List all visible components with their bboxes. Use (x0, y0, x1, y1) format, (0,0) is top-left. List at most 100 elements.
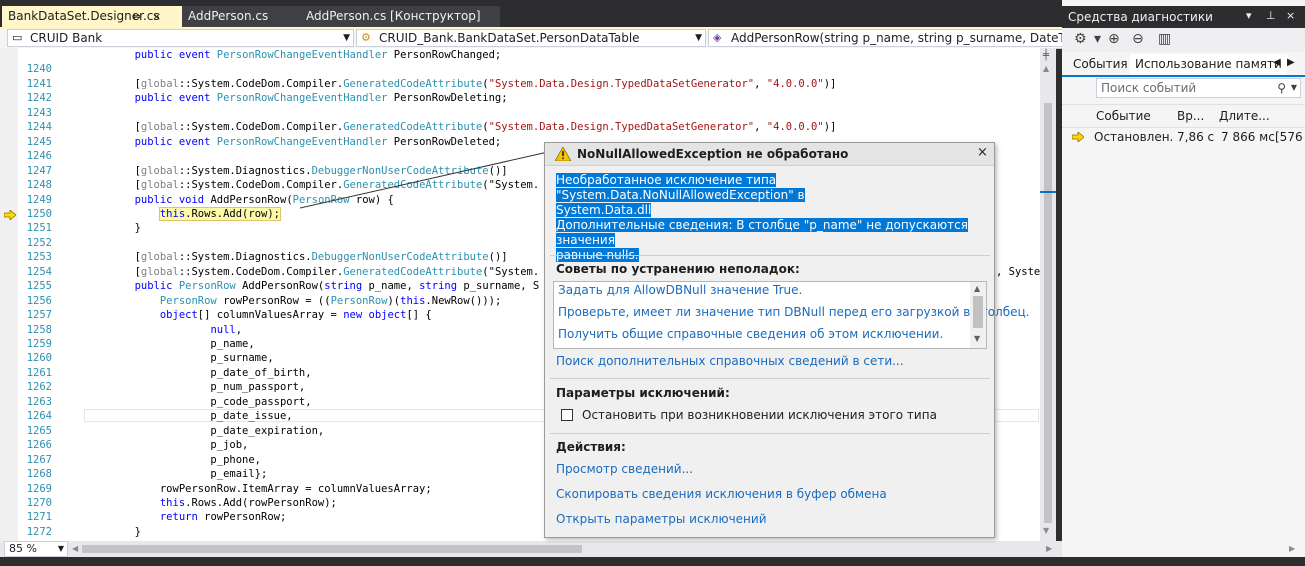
line-number: 1255 (26, 280, 52, 293)
zoom-out-icon[interactable]: ⊖ (1132, 31, 1144, 47)
line-number: 1252 (26, 236, 52, 249)
tip-link-check-dbnull[interactable]: Проверьте, имеет ли значение тип DBNull … (558, 305, 1030, 319)
code-text: object[] columnValuesArray = new object[… (159, 309, 432, 322)
zoom-value: 85 % (9, 542, 37, 555)
line-number: 1254 (26, 265, 52, 278)
code-line[interactable]: 1240 (0, 62, 1040, 76)
code-text: p_surname, (84, 352, 274, 365)
code-text: p_email}; (84, 468, 268, 481)
panel-title-bar: Средства диагностики ▾ ⊥ × (1062, 6, 1305, 28)
view-details-link[interactable]: Просмотр сведений... (556, 462, 693, 476)
code-text: [global::System.CodeDom.Compiler.Generat… (84, 265, 540, 278)
exception-details-line1: Дополнительные сведения: В столбце "p_na… (556, 218, 968, 247)
code-text: p_date_expiration, (84, 424, 325, 437)
line-number: 1246 (26, 150, 52, 163)
column-event[interactable]: Событие (1096, 109, 1151, 123)
scroll-thumb[interactable] (1044, 103, 1052, 523)
scroll-right-icon[interactable]: ▶ (1289, 544, 1295, 553)
code-text: null, (210, 323, 243, 336)
close-icon[interactable]: × (1286, 9, 1295, 22)
exception-message-line2: System.Data.dll (556, 203, 652, 217)
tip-link-general-help[interactable]: Получить общие справочные сведения об эт… (558, 327, 943, 341)
tab-label: AddPerson.cs (188, 9, 269, 23)
exception-message: Необработанное исключение типа "System.D… (556, 173, 976, 218)
table-row[interactable]: Остановлен... 7,86 с 7 866 мс [576 (1062, 128, 1305, 146)
tab-scroll-arrows[interactable]: ◀ ▶ (1273, 57, 1295, 68)
editor-bottom-bar: 85 % ▼ ◀ ▶ (0, 541, 1062, 557)
event-search-input[interactable]: Поиск событий ⚲ ▼ (1096, 78, 1301, 98)
actions-header: Действия: (556, 440, 626, 454)
tip-link-allowdbnull[interactable]: Задать для AllowDBNull значение True. (558, 283, 802, 297)
code-text-tail: , Syste (996, 265, 1040, 278)
scroll-up-icon[interactable]: ▲ (1043, 64, 1049, 73)
method-icon: ◈ (713, 31, 722, 44)
dropdown-icon[interactable]: ▾ (1094, 31, 1101, 47)
exception-helper-popup: NoNullAllowedException не обработано × Н… (544, 142, 1030, 538)
split-icon[interactable]: ╪ (1043, 50, 1049, 61)
column-time[interactable]: Вр... (1177, 109, 1204, 123)
line-number: 1259 (26, 338, 52, 350)
line-number: 1270 (26, 496, 52, 509)
line-number: 1261 (26, 366, 52, 379)
code-line[interactable]: public event PersonRowChangeEventHandler… (0, 48, 1040, 62)
pin-icon[interactable]: ⇔ (132, 6, 141, 27)
code-text: public event PersonRowChangeEventHandler… (134, 92, 508, 105)
pin-icon[interactable]: ⊥ (1266, 9, 1276, 22)
diagnostic-tools-panel: Средства диагностики ▾ ⊥ × ⚙ ▾ ⊕ ⊖ ▥ Соб… (1062, 0, 1305, 557)
zoom-dropdown[interactable]: 85 % ▼ (4, 541, 68, 557)
tips-list[interactable]: Задать для AllowDBNull значение True. Пр… (553, 281, 1030, 349)
close-tab-icon[interactable]: × (152, 6, 161, 27)
tab-events[interactable]: События (1068, 54, 1133, 75)
code-line[interactable]: 1243 (0, 106, 1040, 120)
popup-header: NoNullAllowedException не обработано × (545, 143, 994, 166)
chevron-down-icon: ▼ (57, 544, 64, 553)
scroll-left-icon[interactable]: ◀ (72, 544, 78, 553)
close-icon[interactable]: × (977, 145, 988, 160)
scroll-thumb[interactable] (973, 296, 983, 328)
tab-addperson-designer[interactable]: AddPerson.cs [Конструктор] (300, 6, 500, 27)
code-line[interactable]: 1242 public event PersonRowChangeEventHa… (0, 91, 1040, 105)
chart-icon[interactable]: ▥ (1158, 31, 1171, 47)
code-text: [global::System.CodeDom.Compiler.Generat… (84, 121, 837, 134)
zoom-in-icon[interactable]: ⊕ (1108, 31, 1120, 47)
dropdown-icon[interactable]: ▾ (1246, 9, 1252, 22)
editor-vertical-scrollbar[interactable]: ╪ ▲ ▼ (1040, 48, 1056, 541)
tips-scrollbar[interactable]: ▲ ▼ (970, 282, 986, 348)
horizontal-scroll-thumb[interactable] (82, 545, 582, 553)
code-text: this.Rows.Add(rowPersonRow); (159, 496, 337, 509)
event-name: Остановлен... (1094, 130, 1174, 144)
break-on-exception-checkbox[interactable] (561, 409, 573, 421)
scroll-right-icon[interactable]: ▶ (1046, 544, 1052, 553)
tab-bankdataset-designer[interactable]: BankDataSet.Designer.cs ⇔ × (2, 6, 182, 27)
code-line[interactable]: 1241 [global::System.CodeDom.Compiler.Ge… (0, 77, 1040, 91)
scroll-down-icon[interactable]: ▼ (974, 334, 980, 343)
line-number: 1247 (26, 164, 52, 177)
break-on-exception-label[interactable]: Остановить при возникновении исключения … (582, 408, 937, 422)
member-dropdown-label: AddPersonRow(string p_name, string p_sur… (731, 31, 1062, 45)
warning-icon (555, 147, 571, 161)
line-number: 1251 (26, 222, 52, 235)
class-dropdown[interactable]: ⚙ CRUID_Bank.BankDataSet.PersonDataTable… (356, 29, 706, 47)
tab-addperson-cs[interactable]: AddPerson.cs (182, 6, 300, 27)
project-dropdown-label: CRUID Bank (30, 31, 103, 45)
scroll-up-icon[interactable]: ▲ (974, 284, 980, 293)
project-dropdown[interactable]: ▭ CRUID Bank ▼ (7, 29, 354, 47)
copy-details-link[interactable]: Скопировать сведения исключения в буфер … (556, 487, 887, 501)
tab-memory-usage[interactable]: Использование памяти (1130, 54, 1287, 75)
code-text: p_name, (84, 338, 255, 350)
code-text: } (84, 525, 141, 538)
gear-icon[interactable]: ⚙ (1074, 31, 1087, 47)
scroll-down-icon[interactable]: ▼ (1043, 526, 1049, 535)
code-text: p_num_passport, (84, 381, 306, 394)
line-number: 1245 (26, 135, 52, 148)
column-duration[interactable]: Длите... (1219, 109, 1270, 123)
chevron-down-icon[interactable]: ▼ (1291, 79, 1297, 97)
line-number: 1240 (26, 63, 52, 76)
open-exception-settings-link[interactable]: Открыть параметры исключений (556, 512, 767, 526)
search-icon[interactable]: ⚲ (1277, 79, 1286, 97)
line-number: 1248 (26, 179, 52, 192)
exception-message-line1: Необработанное исключение типа "System.D… (556, 173, 805, 202)
member-dropdown[interactable]: ◈ AddPersonRow(string p_name, string p_s… (708, 29, 1062, 47)
search-online-link[interactable]: Поиск дополнительных справочных сведений… (556, 354, 904, 368)
code-line[interactable]: 1244 [global::System.CodeDom.Compiler.Ge… (0, 120, 1040, 134)
